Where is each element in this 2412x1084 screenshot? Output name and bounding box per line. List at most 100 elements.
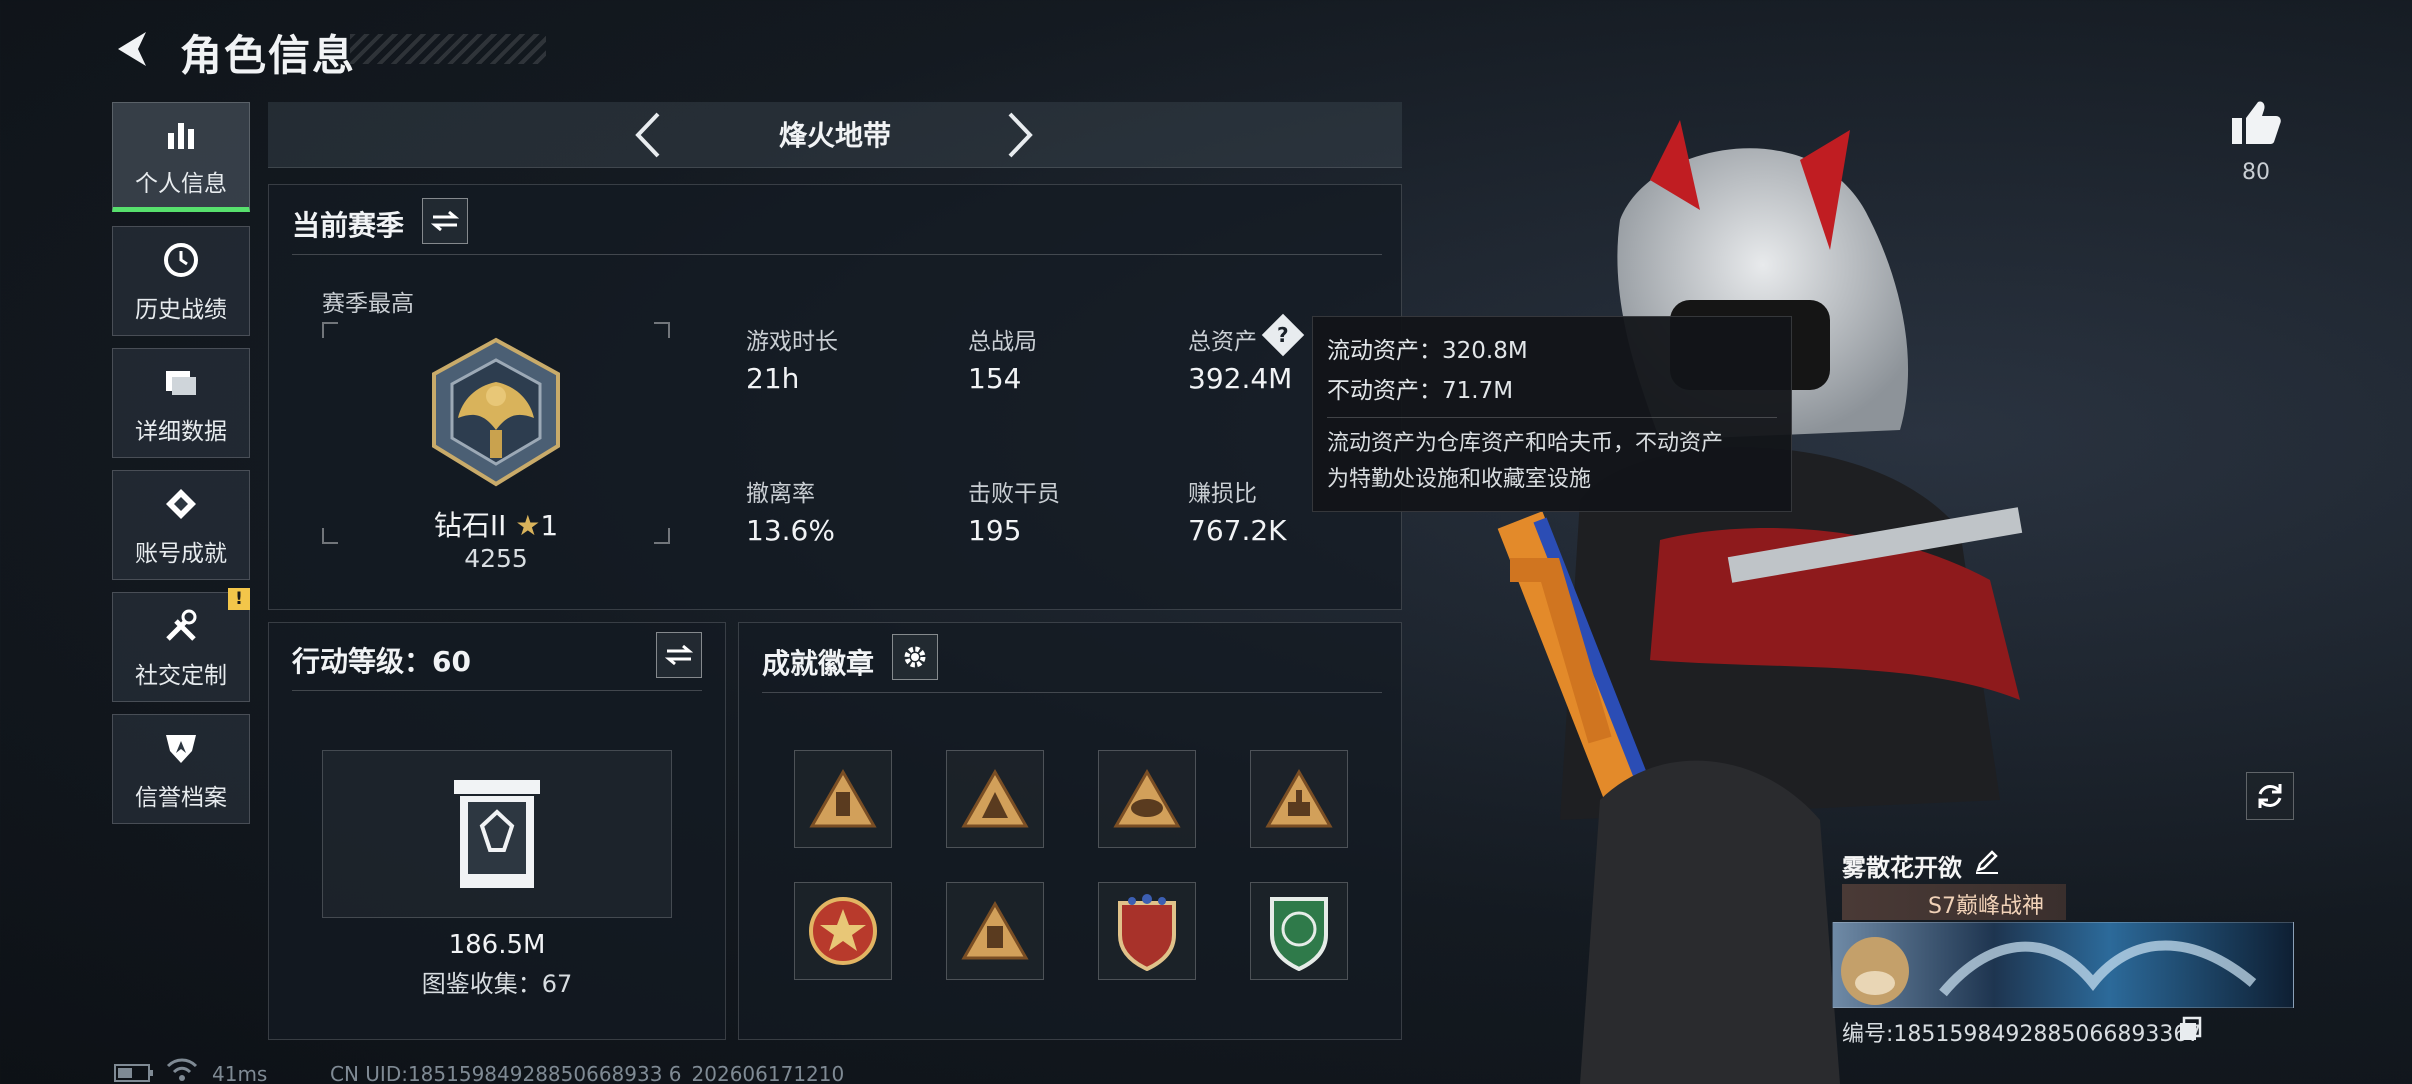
action-value: 186.5M [448,930,546,960]
divider [292,254,1382,255]
wifi-icon [166,1058,198,1084]
notification-badge: ! [228,588,250,610]
uid-text: CN UID:18515984928850668933 6_2026061712… [330,1062,845,1084]
banner-artwork [1841,937,2257,1005]
frame-corner [322,528,338,544]
achievement-badge[interactable] [1098,750,1196,848]
refresh-icon [2258,784,2282,808]
rank-name-row: 钻石II ★1 [426,504,566,544]
ping-value: 41ms [212,1062,268,1084]
achievement-badge[interactable] [946,882,1044,980]
tooltip-desc-line: 为特勤处设施和收藏室设施 [1327,467,1592,492]
swap-icon [431,210,459,232]
chevron-left-icon [635,112,660,158]
assets-tooltip: 流动资产：320.8M 不动资产：71.7M 流动资产为仓库资产和哈夫币，不动资… [1312,316,1792,512]
bar-chart-icon [159,112,203,156]
page-title: 角色信息 [180,31,357,80]
achievement-icon [159,482,203,526]
collection-cabinet-icon [452,778,542,894]
badge-triangle-icon [1113,768,1181,828]
achievements-settings-button[interactable] [892,634,938,680]
sidebar-item-achievements[interactable]: 账号成就 [112,470,250,580]
tooltip-description: 流动资产为仓库资产和哈夫币，不动资产 为特勤处设施和收藏室设施 [1327,426,1777,498]
frame-corner [322,322,338,338]
stat-value-playtime: 21h [746,362,800,395]
badge-star-icon [809,897,877,965]
history-icon [159,238,203,282]
achievement-badge[interactable] [794,750,892,848]
thumbs-up-icon [2232,101,2281,144]
player-name: 雾散花开欲 [1842,854,1962,882]
copy-icon [2180,1016,2202,1040]
swap-icon [665,644,693,666]
like-count: 80 [2242,160,2270,185]
rank-title-text: S7巅峰战神 [1928,894,2044,919]
stat-value-total-assets: 392.4M [1188,362,1293,395]
folder-icon [159,360,203,404]
achievement-badge[interactable] [1250,882,1348,980]
next-mode-button[interactable] [1004,110,1038,164]
frame-corner [654,528,670,544]
sidebar-item-label: 详细数据 [135,419,227,445]
like-button[interactable] [2230,98,2282,152]
rank-name: 钻石II [433,509,507,542]
battery-icon [114,1064,154,1084]
gear-icon [904,646,926,668]
sidebar-item-personal-info[interactable]: 个人信息 [112,102,250,212]
badge-triangle-icon [961,768,1029,828]
season-title: 当前赛季 [292,209,405,242]
sidebar-item-detailed-data[interactable]: 详细数据 [112,348,250,458]
badge-shield-icon [1270,897,1328,971]
rank-score: 4255 [464,544,528,573]
tools-icon [159,604,203,648]
player-id: 编号:1851598492885066893367 [1842,1022,2202,1047]
stat-label-kills: 击败干员 [968,481,1060,507]
sidebar-item-label: 历史战绩 [135,297,227,323]
achievements-title: 成就徽章 [762,647,875,680]
rank-emblem-icon [418,334,574,496]
stat-label-total-assets: 总资产 [1188,329,1257,355]
sidebar-item-label: 信誉档案 [135,785,227,811]
back-button[interactable] [108,24,158,74]
rank-stars: 1 [540,509,559,542]
badge-triangle-icon [961,900,1029,960]
tooltip-fixed-assets: 不动资产：71.7M [1327,378,1514,404]
stat-label-total-matches: 总战局 [968,329,1037,355]
achievement-badge[interactable] [794,882,892,980]
divider [1327,417,1777,418]
shield-icon [159,726,203,770]
divider [762,692,1382,693]
tooltip-liquid-assets: 流动资产：320.8M [1327,338,1528,364]
edit-icon [1976,850,1998,874]
action-switch-button[interactable] [656,632,702,678]
mode-title: 烽火地带 [778,119,891,152]
sidebar-item-label: 社交定制 [135,663,227,689]
sidebar-item-label: 个人信息 [135,171,227,197]
sidebar-item-label: 账号成就 [135,541,227,567]
stat-label-playtime: 游戏时长 [746,329,838,355]
copy-id-button[interactable] [2178,1016,2202,1046]
title-decoration [350,34,546,64]
badge-shield-icon [1118,894,1176,971]
achievement-badge[interactable] [1098,882,1196,980]
collection-count: 图鉴收集：67 [421,970,573,998]
rotate-view-button[interactable] [2246,772,2294,820]
achievement-badge[interactable] [1250,750,1348,848]
frame-corner [654,322,670,338]
stat-value-extract-rate: 13.6% [746,514,835,547]
back-arrow-icon [118,32,146,66]
edit-name-button[interactable] [1974,848,2000,878]
badge-triangle-icon [1265,768,1333,828]
achievement-badge[interactable] [946,750,1044,848]
divider [292,690,702,691]
sidebar-item-reputation[interactable]: 信誉档案 [112,714,250,824]
player-banner[interactable] [1832,922,2294,1008]
stat-value-total-matches: 154 [968,362,1022,395]
prev-mode-button[interactable] [630,110,664,164]
star-icon: ★ [515,509,541,542]
stat-value-kills: 195 [968,514,1022,547]
action-level-title: 行动等级：60 [292,645,471,678]
sidebar-item-history[interactable]: 历史战绩 [112,226,250,336]
season-best-label: 赛季最高 [322,291,414,317]
season-switch-button[interactable] [422,198,468,244]
